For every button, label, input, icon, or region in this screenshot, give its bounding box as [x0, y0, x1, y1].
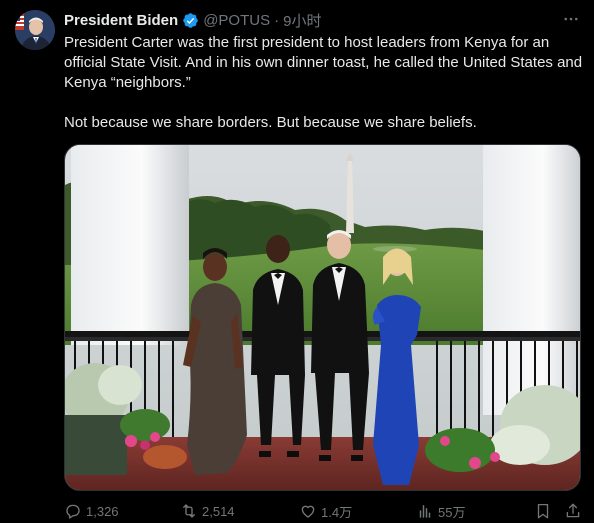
tweet-header: President Biden @POTUS · 9小时	[64, 10, 321, 30]
retweet-button[interactable]: 2,514	[180, 502, 235, 520]
views-count: 55万	[438, 504, 466, 520]
avatar-image	[15, 10, 55, 50]
like-count: 1.4万	[321, 504, 353, 520]
share-button[interactable]	[564, 502, 582, 520]
tweet-paragraph-2: Not because we share borders. But becaus…	[64, 114, 477, 131]
heart-icon	[301, 505, 315, 518]
share-icon	[566, 503, 580, 518]
tweet-paragraph-1: President Carter was the first president…	[64, 34, 583, 91]
author-avatar[interactable]	[15, 10, 55, 50]
tweet-card[interactable]: President Biden @POTUS · 9小时 President C…	[0, 0, 594, 523]
tweet-action-bar: 1,326 2,514 1.4万 55万	[64, 500, 584, 522]
tweet-photo[interactable]	[64, 144, 581, 491]
views-chart-icon	[419, 505, 431, 518]
header-separator: ·	[274, 11, 280, 29]
reply-count: 1,326	[86, 503, 119, 519]
bookmark-icon	[537, 503, 549, 519]
author-handle[interactable]: @POTUS	[203, 12, 270, 29]
photo-image	[65, 145, 580, 490]
bookmark-button[interactable]	[534, 502, 552, 520]
retweet-count: 2,514	[202, 503, 235, 519]
author-name[interactable]: President Biden	[64, 12, 178, 29]
verified-badge-icon	[182, 12, 199, 29]
views-button[interactable]: 55万	[416, 502, 465, 521]
tweet-text: President Carter was the first president…	[64, 33, 584, 133]
tweet-timestamp[interactable]: 9小时	[283, 10, 321, 31]
retweet-icon	[183, 504, 195, 518]
reply-icon	[66, 504, 80, 519]
more-options-icon[interactable]	[562, 10, 580, 28]
like-button[interactable]: 1.4万	[299, 502, 352, 521]
reply-button[interactable]: 1,326	[64, 502, 119, 520]
